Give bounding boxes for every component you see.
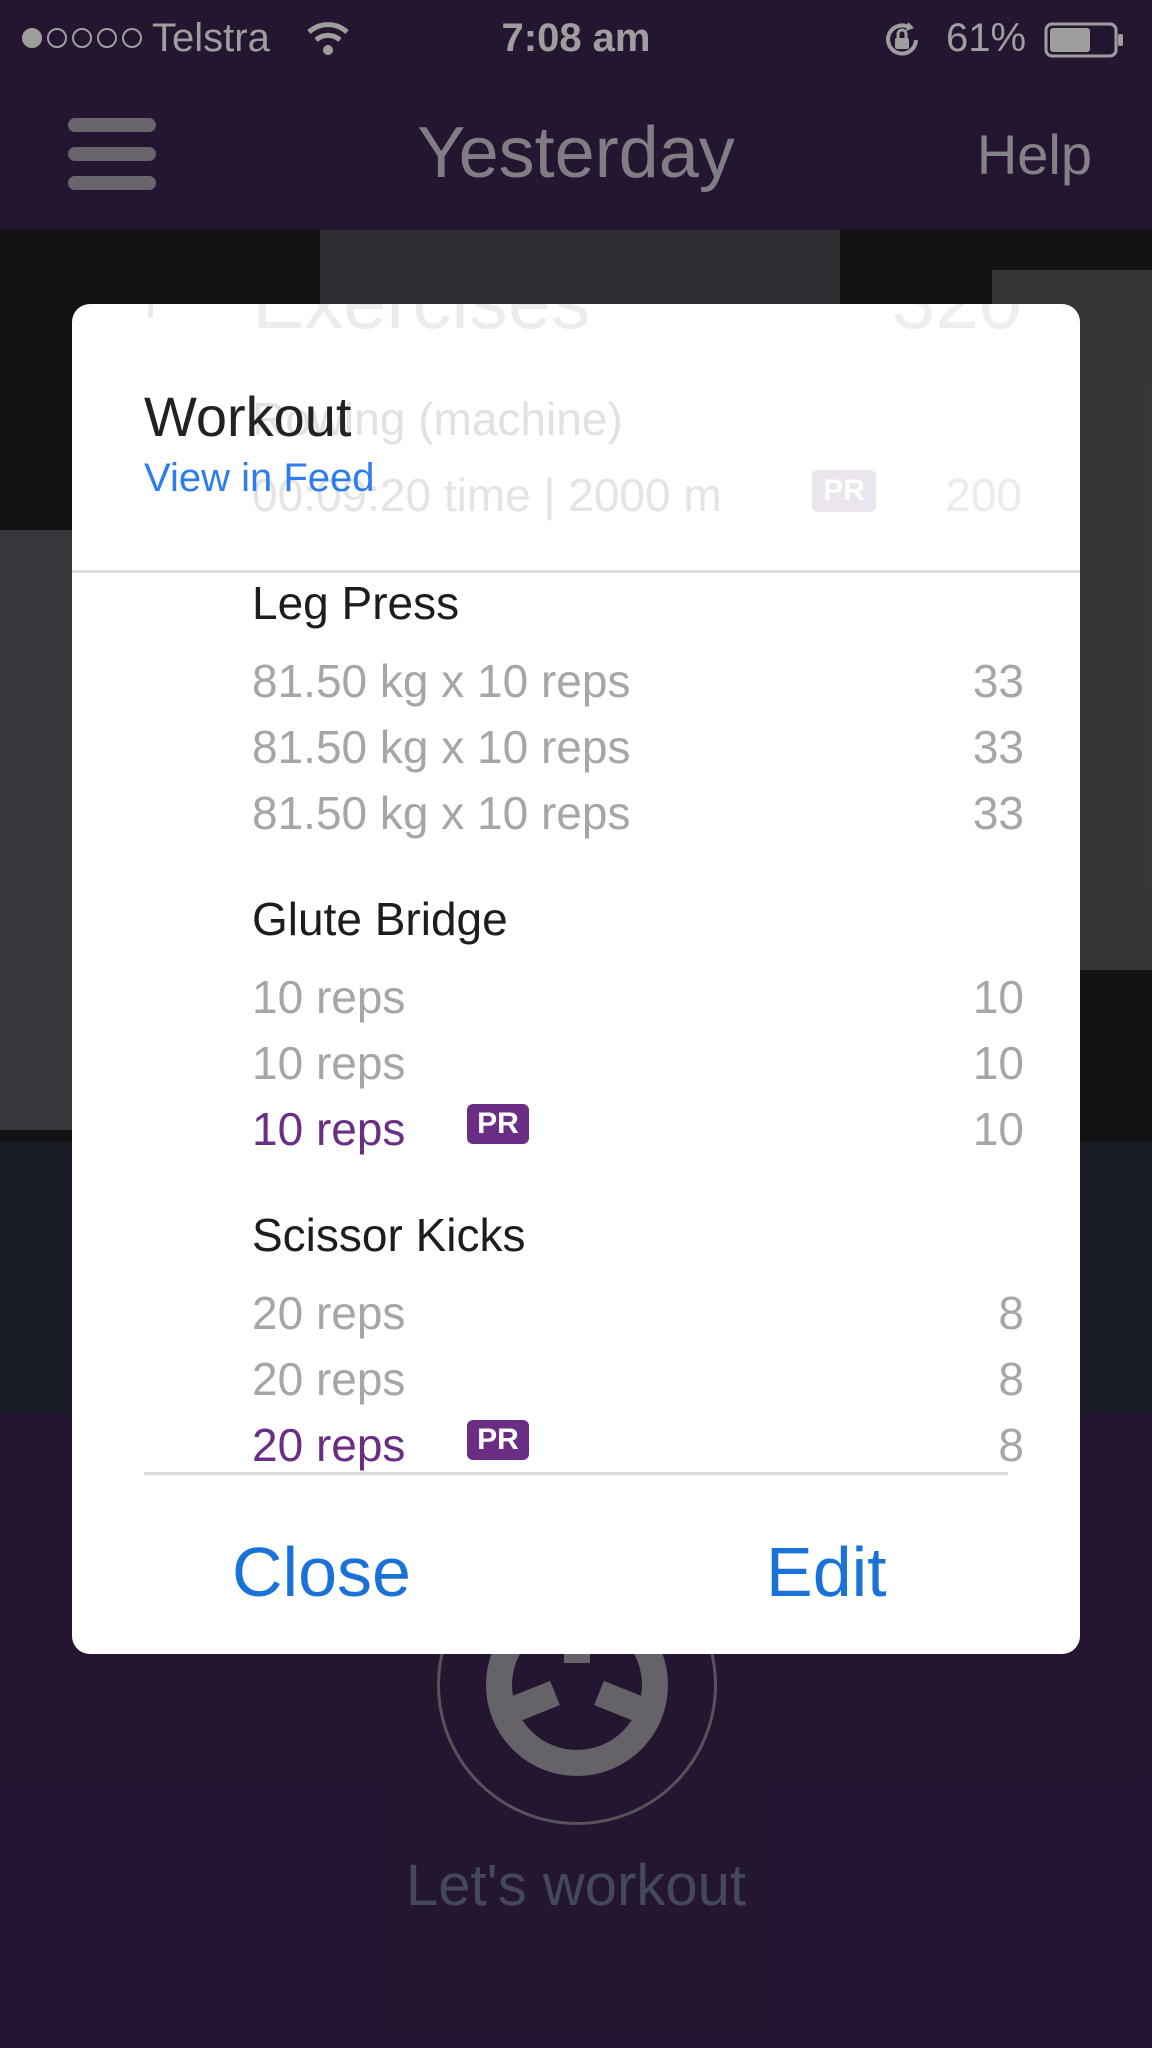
- set-points: 10: [972, 1103, 1024, 1155]
- workout-dialog: + Exercises 320 Rowing (machine) 00:09:2…: [72, 304, 1080, 1654]
- set-row: 10 reps 10: [72, 970, 1080, 1036]
- set-label: 20 reps: [252, 1419, 406, 1471]
- set-row: 81.50 kg x 10 reps 33: [72, 720, 1080, 786]
- faded-plus: +: [132, 304, 169, 338]
- set-points: 8: [998, 1287, 1024, 1339]
- view-in-feed-link[interactable]: View in Feed: [144, 456, 375, 501]
- set-row: 81.50 kg x 10 reps 33: [72, 654, 1080, 720]
- faded-section-points: 320: [892, 304, 1022, 347]
- pr-badge: PR: [467, 1420, 529, 1460]
- set-label: 81.50 kg x 10 reps: [252, 787, 631, 839]
- close-button[interactable]: Close: [232, 1532, 411, 1612]
- dialog-title: Workout: [144, 385, 352, 448]
- exercise-glute-bridge: Glute Bridge 10 reps 10 10 reps 10 10 re…: [72, 888, 1080, 1204]
- set-row: 20 reps 8: [72, 1352, 1080, 1418]
- set-row: 10 reps 10: [72, 1036, 1080, 1102]
- set-row: 20 reps 8: [72, 1286, 1080, 1352]
- set-row-pr: 10 reps PR 10: [72, 1102, 1080, 1168]
- set-label: 81.50 kg x 10 reps: [252, 721, 631, 773]
- set-points: 33: [972, 787, 1024, 839]
- set-label: 10 reps: [252, 1037, 406, 1089]
- set-label: 20 reps: [252, 1353, 406, 1405]
- edit-button[interactable]: Edit: [766, 1532, 887, 1612]
- set-label: 20 reps: [252, 1287, 406, 1339]
- exercise-name: Scissor Kicks: [252, 1209, 526, 1261]
- pr-badge: PR: [467, 1104, 529, 1144]
- dialog-header: + Exercises 320 Rowing (machine) 00:09:2…: [72, 304, 1080, 572]
- faded-set-points: 200: [945, 469, 1022, 521]
- faded-section-title: Exercises: [252, 304, 590, 347]
- set-row-pr: 20 reps PR 8: [72, 1418, 1080, 1472]
- faded-pr-badge: PR: [812, 470, 876, 512]
- set-points: 8: [998, 1353, 1024, 1405]
- set-label: 81.50 kg x 10 reps: [252, 655, 631, 707]
- set-points: 10: [972, 1037, 1024, 1089]
- set-points: 10: [972, 971, 1024, 1023]
- footer-divider: [144, 1472, 1008, 1475]
- exercise-leg-press: Leg Press 81.50 kg x 10 reps 33 81.50 kg…: [72, 572, 1080, 888]
- set-points: 33: [972, 721, 1024, 773]
- set-label: 10 reps: [252, 971, 406, 1023]
- set-points: 8: [998, 1419, 1024, 1471]
- set-points: 33: [972, 655, 1024, 707]
- set-row: 81.50 kg x 10 reps 33: [72, 786, 1080, 852]
- exercise-name: Glute Bridge: [252, 893, 508, 945]
- set-label: 10 reps: [252, 1103, 406, 1155]
- exercise-name: Leg Press: [252, 577, 460, 629]
- exercise-list[interactable]: Leg Press 81.50 kg x 10 reps 33 81.50 kg…: [72, 572, 1080, 1472]
- exercise-scissor-kicks: Scissor Kicks 20 reps 8 20 reps 8 20 rep…: [72, 1204, 1080, 1472]
